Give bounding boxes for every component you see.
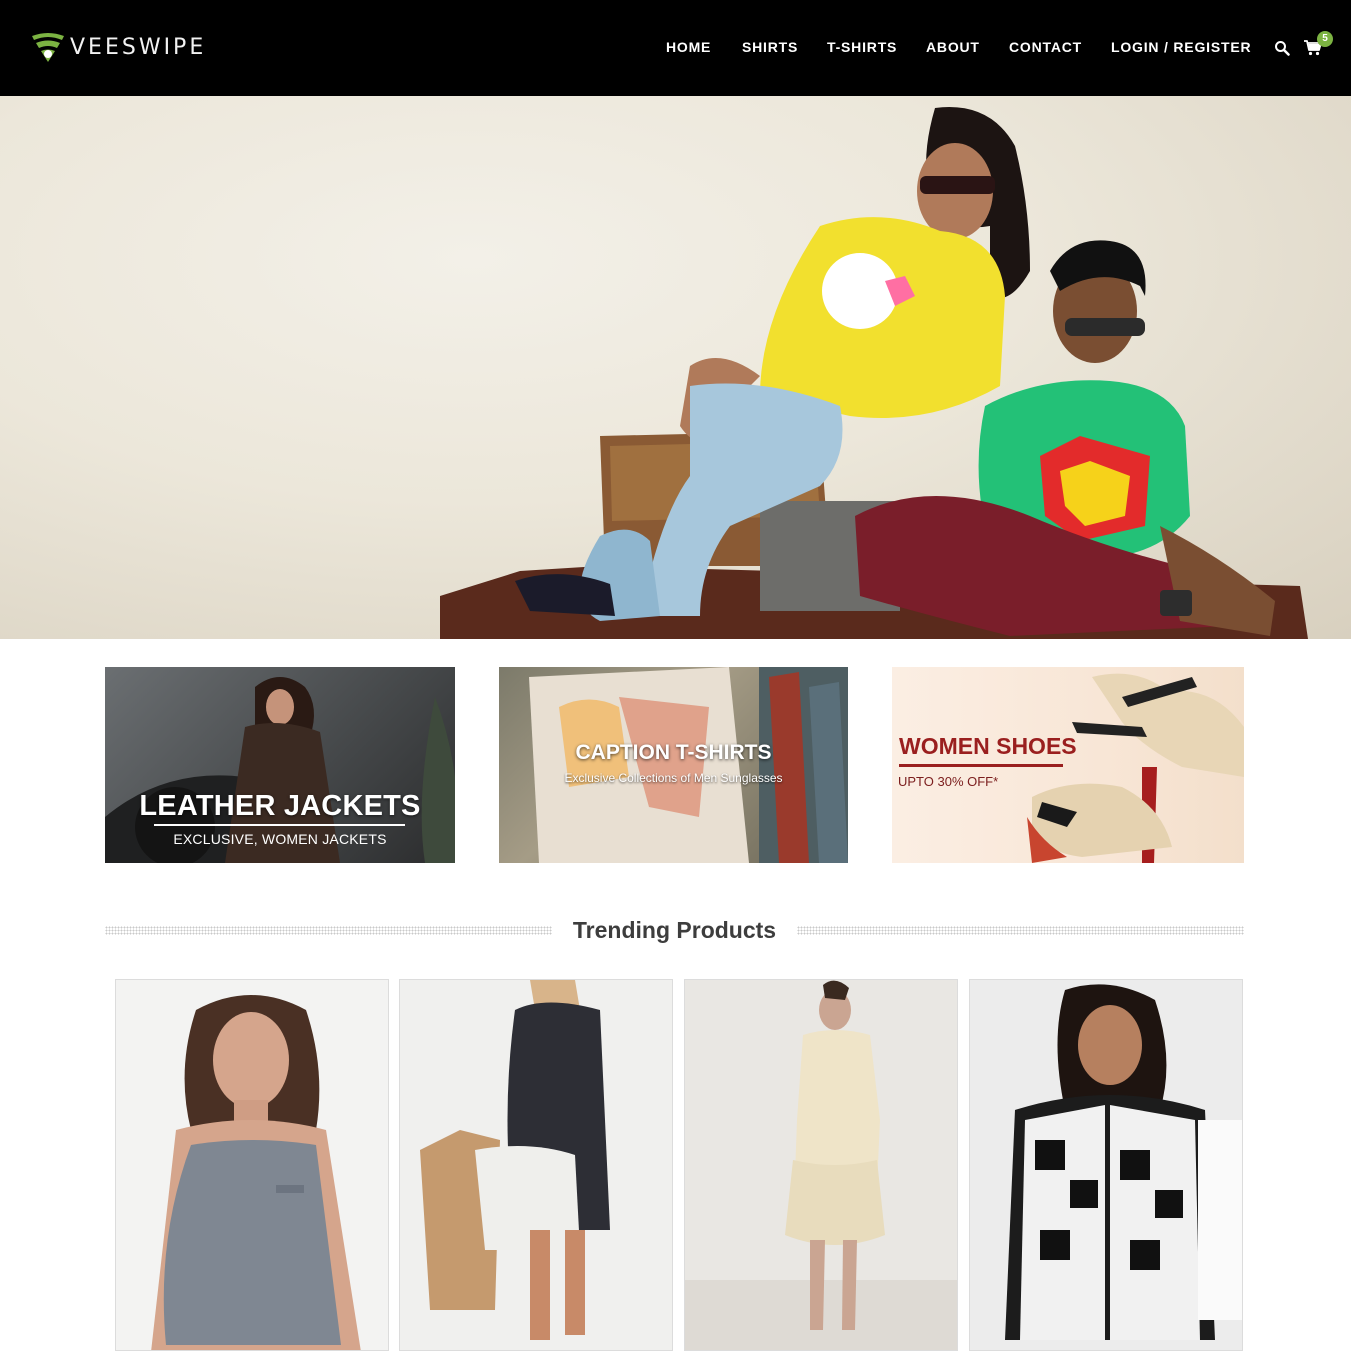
banner-title: CAPTION T-SHIRTS	[575, 741, 772, 764]
product-card[interactable]	[399, 979, 673, 1351]
product-image	[970, 980, 1242, 1350]
banner-divider	[899, 764, 1063, 767]
banner-leather-jackets[interactable]: LEATHER JACKETS EXCLUSIVE, WOMEN JACKETS	[105, 667, 455, 863]
banner-subtitle: EXCLUSIVE, WOMEN JACKETS	[173, 831, 387, 847]
banner-title: LEATHER JACKETS	[139, 790, 421, 822]
nav-home[interactable]: HOME	[666, 38, 711, 56]
nav-about[interactable]: ABOUT	[926, 38, 980, 56]
nav-shirts[interactable]: SHIRTS	[742, 38, 798, 56]
section-title: Trending Products	[572, 917, 777, 943]
hero-photo	[440, 107, 1308, 639]
site-header: VEESWIPE HOME SHIRTS T-SHIRTS ABOUT CONT…	[0, 0, 1351, 96]
nav-login-register[interactable]: LOGIN / REGISTER	[1111, 38, 1251, 56]
trending-header: Trending Products	[105, 915, 1244, 947]
search-icon[interactable]	[1274, 40, 1290, 56]
nav-contact[interactable]: CONTACT	[1009, 38, 1082, 56]
product-image	[685, 980, 957, 1350]
decorative-divider	[797, 926, 1244, 935]
banner-women-shoes[interactable]: WOMEN SHOES UPTO 30% OFF*	[892, 667, 1244, 863]
nav-tshirts[interactable]: T-SHIRTS	[827, 38, 897, 56]
banner-subtitle: Exclusive Collections of Men Sunglasses	[564, 771, 783, 785]
decorative-divider	[105, 926, 552, 935]
product-image	[116, 980, 388, 1350]
product-card[interactable]	[684, 979, 958, 1351]
banner-divider	[154, 824, 405, 826]
product-image	[400, 980, 672, 1350]
banner-caption-tshirts[interactable]: CAPTION T-SHIRTS Exclusive Collections o…	[499, 667, 848, 863]
product-card[interactable]	[115, 979, 389, 1351]
product-card[interactable]	[969, 979, 1243, 1351]
main-nav: HOME SHIRTS T-SHIRTS ABOUT CONTACT LOGIN…	[0, 38, 1351, 58]
banner-subtitle: UPTO 30% OFF*	[898, 774, 999, 789]
banner-title: WOMEN SHOES	[899, 733, 1077, 759]
hero-banner[interactable]	[0, 96, 1351, 639]
cart-count-badge: 5	[1317, 31, 1333, 47]
